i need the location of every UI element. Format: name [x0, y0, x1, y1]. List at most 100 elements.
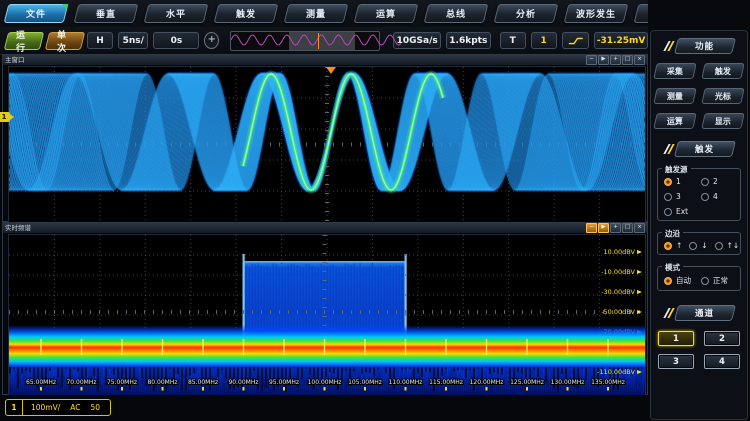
trigger-level-value[interactable]: -31.25mV [594, 32, 648, 49]
window-control-button[interactable]: □ [622, 55, 633, 65]
main-window-titlebar[interactable]: 主窗口 −▶+□× [3, 55, 647, 65]
spectrum-y-tick-label: 10.00dBV [604, 248, 636, 256]
radio-icon [715, 242, 723, 250]
menu-wavegen[interactable]: 波形发生 [564, 4, 629, 23]
spectrum-y-tick-label: -10.00dBV [601, 268, 635, 276]
rising-edge-icon [568, 36, 584, 46]
horizontal-badge[interactable]: H [87, 32, 113, 49]
menu-vertical[interactable]: 垂直 [74, 4, 139, 23]
preview-waveform [231, 32, 401, 48]
spectrum-y-tick-label: -110.00dBV [597, 368, 635, 376]
menu-math[interactable]: 运算 [354, 4, 419, 23]
horizontal-offset-value[interactable]: 0s [153, 32, 199, 49]
measure-button[interactable]: 测量 [653, 88, 696, 104]
display-button[interactable]: 显示 [701, 113, 744, 129]
channel-1-button[interactable]: 1 [658, 331, 694, 346]
main-waveform-window: 主窗口 −▶+□× 1 [2, 54, 648, 222]
edge-rising[interactable]: ↑ [664, 241, 682, 250]
run-button[interactable]: 运行 [4, 32, 44, 50]
menu-horizontal[interactable]: 水平 [144, 4, 209, 23]
mode-normal[interactable]: 正常 [701, 275, 728, 286]
main-waveform-plot[interactable] [8, 66, 646, 223]
right-panel: 功能 采集 触发 测量 光标 运算 显示 触发 触发源 1 2 3 [648, 0, 750, 421]
channel-2-button[interactable]: 2 [704, 331, 740, 346]
menu-bar: 文件 垂直 水平 触发 测量 运算 总线 分析 波形发生 显示 系统 [0, 0, 648, 27]
spectrum-window: 实时频谱 −▶+□× 10.00dBV-10.00dBV-30.00dBV-50… [2, 222, 648, 395]
window-control-button[interactable]: − [586, 223, 597, 233]
trigger-position-marker[interactable] [326, 67, 336, 74]
trigger-source-2[interactable]: 2 [701, 177, 736, 186]
memory-depth-badge[interactable]: 1.6kpts [446, 32, 491, 49]
spectrum-window-titlebar[interactable]: 实时频谱 −▶+□× [3, 223, 647, 233]
trigger-source-ext[interactable]: Ext [664, 207, 699, 216]
window-control-button[interactable]: − [586, 55, 597, 65]
preview-trigger-line [318, 33, 319, 49]
channel-4-button[interactable]: 4 [704, 354, 740, 369]
timebase-preview[interactable] [230, 31, 380, 51]
spectrum-x-tick-label: 115.00MHz [429, 379, 463, 386]
radio-icon [664, 277, 672, 285]
function-header-button[interactable]: 功能 [674, 38, 736, 54]
timebase-value[interactable]: 5ns/ [118, 32, 148, 49]
channel-scale: 100mV/ [31, 403, 60, 412]
menu-trigger[interactable]: 触发 [214, 4, 279, 23]
radio-icon [701, 193, 709, 201]
spectrum-y-tick-label: -30.00dBV [601, 288, 635, 296]
menu-analysis[interactable]: 分析 [494, 4, 559, 23]
spectrum-x-tick-label: 120.00MHz [470, 379, 504, 386]
mode-auto[interactable]: 自动 [664, 275, 691, 286]
radio-icon [664, 208, 672, 216]
toolbar: 运行 单次 H 5ns/ 0s + 10GSa/s 1.6kpts T 1 -3… [0, 27, 648, 55]
window-control-button[interactable]: ▶ [598, 55, 609, 65]
spectrum-x-tick-label: 80.00MHz [147, 379, 177, 386]
window-control-button[interactable]: × [634, 223, 645, 233]
menu-file[interactable]: 文件 [4, 4, 69, 23]
channel-impedance: 50 [91, 403, 101, 412]
window-control-button[interactable]: × [634, 55, 645, 65]
trigger-slope-icon[interactable] [562, 32, 590, 49]
main-window-title: 主窗口 [5, 55, 25, 65]
window-control-button[interactable]: + [610, 223, 621, 233]
acquire-button[interactable]: 采集 [653, 63, 696, 79]
channel-3-button[interactable]: 3 [658, 354, 694, 369]
math-button[interactable]: 运算 [653, 113, 696, 129]
edge-either[interactable]: ↑↓ [715, 241, 740, 250]
trigger-source-1[interactable]: 1 [664, 177, 699, 186]
spectrum-x-tick-label: 130.00MHz [551, 379, 585, 386]
channel-header-button[interactable]: 通道 [674, 305, 736, 321]
section-slash-icon [665, 308, 673, 318]
trigger-source-4[interactable]: 4 [701, 192, 736, 201]
radio-icon [664, 193, 672, 201]
trigger-badge[interactable]: T [500, 32, 526, 49]
trigger-header-button[interactable]: 触发 [674, 141, 736, 157]
edge-falling[interactable]: ↓ [689, 241, 707, 250]
zoom-toggle-icon[interactable]: + [204, 32, 219, 49]
trigger-source-badge[interactable]: 1 [531, 32, 557, 49]
section-slash-icon [665, 41, 673, 51]
menu-measure[interactable]: 测量 [284, 4, 349, 23]
channel1-settings-badge[interactable]: 1 100mV/ AC 50 [5, 399, 111, 416]
spectrum-x-tick-label: 90.00MHz [228, 379, 258, 386]
window-control-button[interactable]: ▶ [598, 223, 609, 233]
channel-button-grid: 1 2 3 4 [651, 331, 747, 369]
trigger-source-group: 触发源 1 2 3 4 Ext [657, 168, 741, 221]
single-button[interactable]: 单次 [44, 32, 84, 50]
channel1-level-marker[interactable]: 1 [0, 112, 10, 122]
main-window-controls: −▶+□× [586, 55, 645, 65]
channel-coupling: AC [70, 403, 80, 412]
trigger-button[interactable]: 触发 [701, 63, 744, 79]
spectrum-x-tick-label: 110.00MHz [389, 379, 423, 386]
window-control-button[interactable]: + [610, 55, 621, 65]
bottom-bar: 1 100mV/ AC 50 [0, 395, 648, 421]
spectrum-plot[interactable]: 10.00dBV-10.00dBV-30.00dBV-50.00dBV-70.0… [8, 234, 646, 396]
window-control-button[interactable]: □ [622, 223, 633, 233]
panel-box: 功能 采集 触发 测量 光标 运算 显示 触发 触发源 1 2 3 [650, 30, 748, 420]
radio-icon [689, 242, 697, 250]
radio-icon [664, 242, 672, 250]
cursor-button[interactable]: 光标 [701, 88, 744, 104]
spectrum-canvas: 10.00dBV-10.00dBV-30.00dBV-50.00dBV-70.0… [9, 235, 645, 395]
spectrum-x-tick-label: 75.00MHz [107, 379, 137, 386]
trigger-source-3[interactable]: 3 [664, 192, 699, 201]
menu-bus[interactable]: 总线 [424, 4, 489, 23]
spectrum-x-tick-label: 105.00MHz [348, 379, 382, 386]
